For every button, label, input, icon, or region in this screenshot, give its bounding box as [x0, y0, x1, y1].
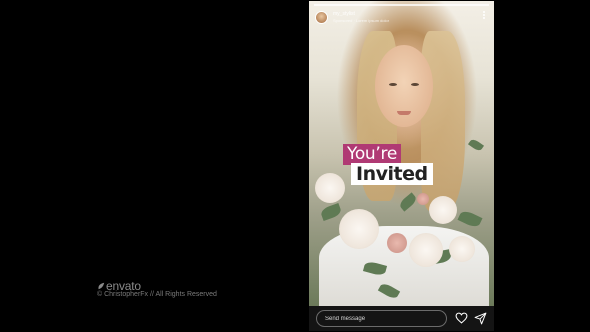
headline-line-1: You’re	[343, 144, 401, 165]
envato-leaf-icon	[98, 282, 105, 290]
photo-mouth	[397, 111, 411, 115]
bouquet-pink-flower	[387, 233, 407, 253]
avatar[interactable]	[315, 11, 328, 24]
more-vertical-icon[interactable]	[482, 10, 486, 22]
copyright-text: © ChristopherFx // All Rights Reserved	[97, 291, 217, 298]
photo-eye-left	[389, 83, 397, 86]
bouquet-flower	[409, 233, 443, 267]
photo-eye-right	[411, 83, 419, 86]
bouquet-leaf	[397, 192, 419, 212]
story-subline: Sponsored · Lorem ipsum dolor	[333, 18, 390, 23]
bouquet-leaf	[467, 137, 485, 153]
bouquet-flower	[315, 173, 345, 203]
story-username[interactable]: my_stylist	[333, 11, 355, 17]
bouquet-flower	[449, 236, 475, 262]
bouquet-flower	[429, 196, 457, 224]
send-icon[interactable]	[474, 312, 487, 325]
story-photo	[309, 1, 494, 306]
story-frame: my_stylist Sponsored · Lorem ipsum dolor…	[309, 1, 494, 331]
heart-icon[interactable]	[455, 312, 468, 324]
bouquet-leaf	[457, 208, 483, 230]
bouquet-leaf	[319, 202, 343, 222]
bouquet-flower	[339, 209, 379, 249]
bouquet-pink-flower	[417, 193, 429, 205]
headline-line-2: Invited	[351, 163, 433, 185]
story-progress-bar	[314, 4, 489, 6]
send-message-input[interactable]	[316, 310, 447, 327]
